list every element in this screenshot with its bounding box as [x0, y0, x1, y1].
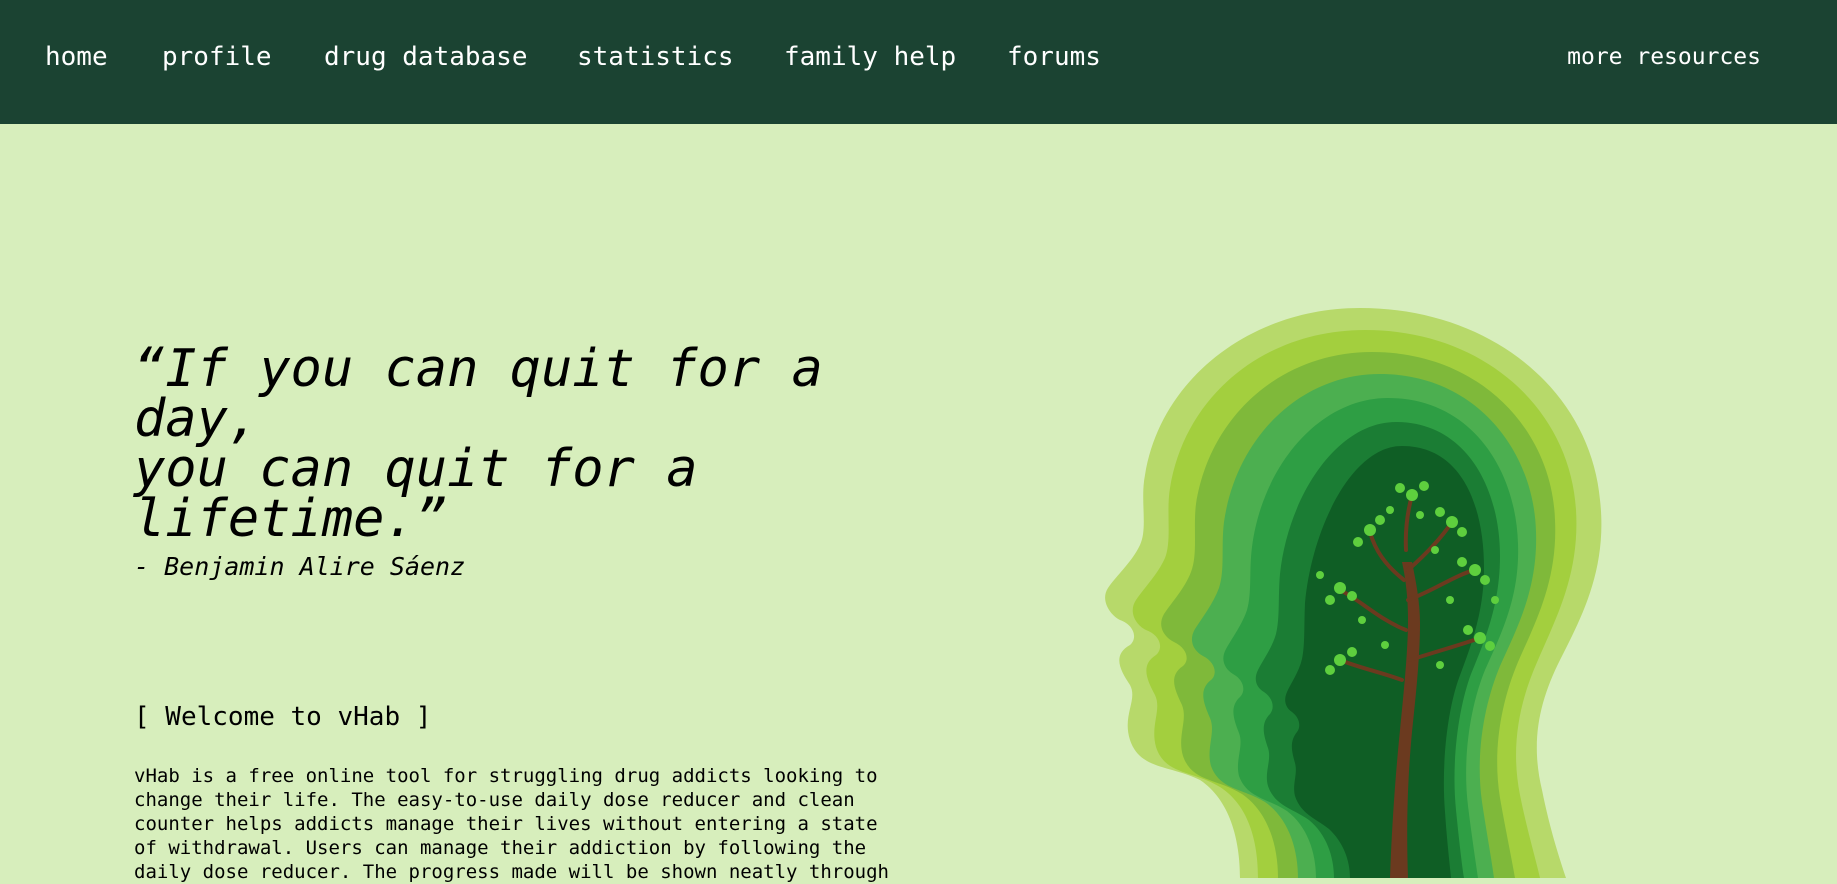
- quote-line-2: you can quit for a lifetime.”: [134, 439, 698, 549]
- nav-item-forums[interactable]: forums: [1007, 40, 1101, 74]
- top-nav-bar: home profile drug database statistics fa…: [0, 0, 1837, 124]
- nav-item-profile[interactable]: profile: [162, 40, 272, 74]
- welcome-heading: [ Welcome to vHab ]: [134, 702, 432, 732]
- hero-quote: “If you can quit for a day, you can quit…: [134, 339, 854, 549]
- nav-item-statistics[interactable]: statistics: [577, 40, 734, 74]
- site-description: vHab is a free online tool for strugglin…: [134, 765, 889, 883]
- nav-item-more-resources[interactable]: more resources: [1567, 40, 1761, 74]
- quote-line-1: “If you can quit for a day,: [134, 339, 823, 449]
- quote-author: - Benjamin Alire Sáenz: [134, 552, 466, 581]
- nav-item-family-help[interactable]: family help: [784, 40, 956, 74]
- head-tree-illustration: [1105, 308, 1602, 878]
- nav-item-home[interactable]: home: [45, 40, 108, 74]
- nav-item-drug-database[interactable]: drug database: [324, 40, 528, 74]
